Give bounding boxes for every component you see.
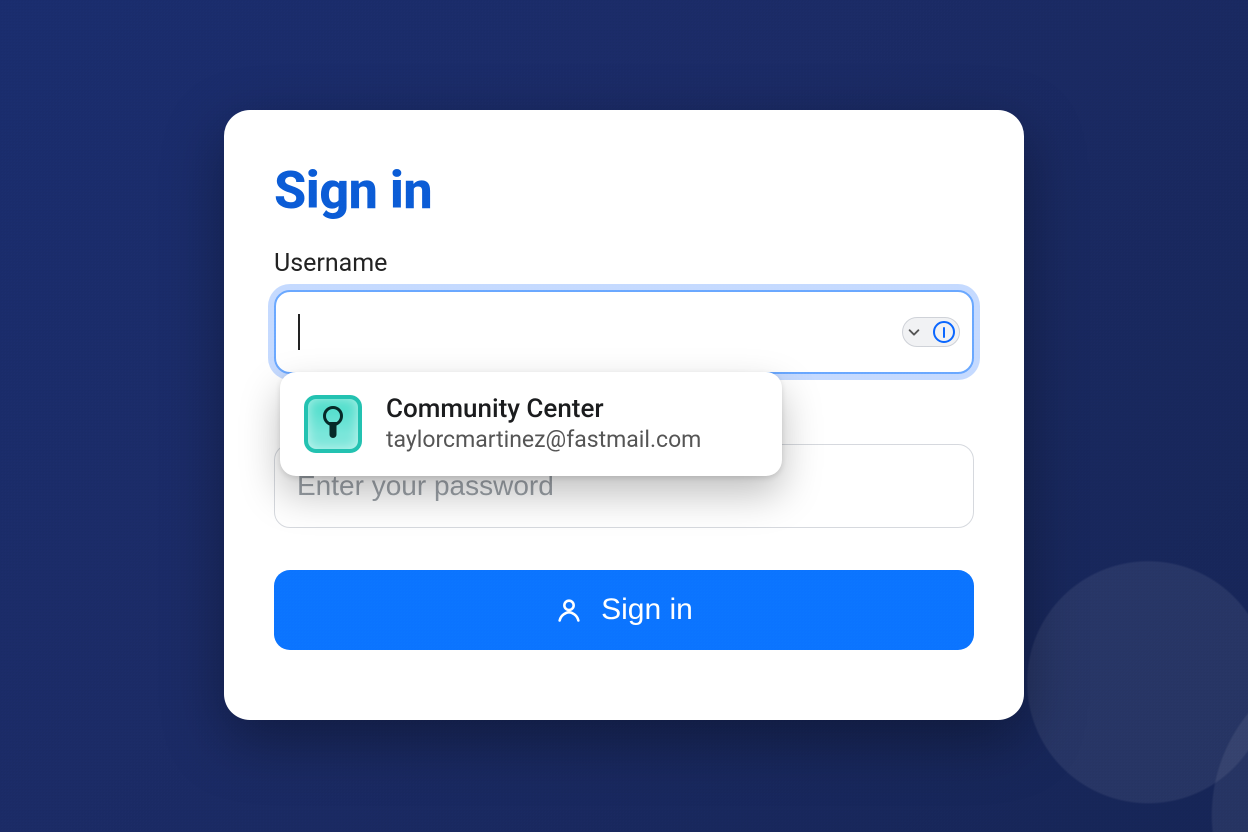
lock-icon bbox=[304, 395, 362, 453]
autofill-subtitle: taylorcmartinez@fastmail.com bbox=[386, 426, 701, 455]
onepassword-icon bbox=[933, 321, 955, 343]
page-title: Sign in bbox=[274, 160, 974, 221]
autofill-text: Community Center taylorcmartinez@fastmai… bbox=[386, 393, 701, 454]
autofill-title: Community Center bbox=[386, 393, 701, 426]
chevron-down-icon bbox=[907, 325, 921, 339]
user-icon bbox=[555, 596, 583, 624]
text-caret bbox=[298, 314, 300, 350]
signin-button-label: Sign in bbox=[601, 593, 693, 627]
username-input[interactable] bbox=[274, 290, 974, 374]
signin-card: Sign in Username Community Center taylor… bbox=[224, 110, 1024, 720]
username-label: Username bbox=[274, 249, 974, 278]
signin-button[interactable]: Sign in bbox=[274, 570, 974, 650]
autofill-suggestion[interactable]: Community Center taylorcmartinez@fastmai… bbox=[280, 372, 782, 476]
username-field-wrap: Community Center taylorcmartinez@fastmai… bbox=[274, 290, 974, 374]
autofill-pill[interactable] bbox=[902, 317, 960, 347]
